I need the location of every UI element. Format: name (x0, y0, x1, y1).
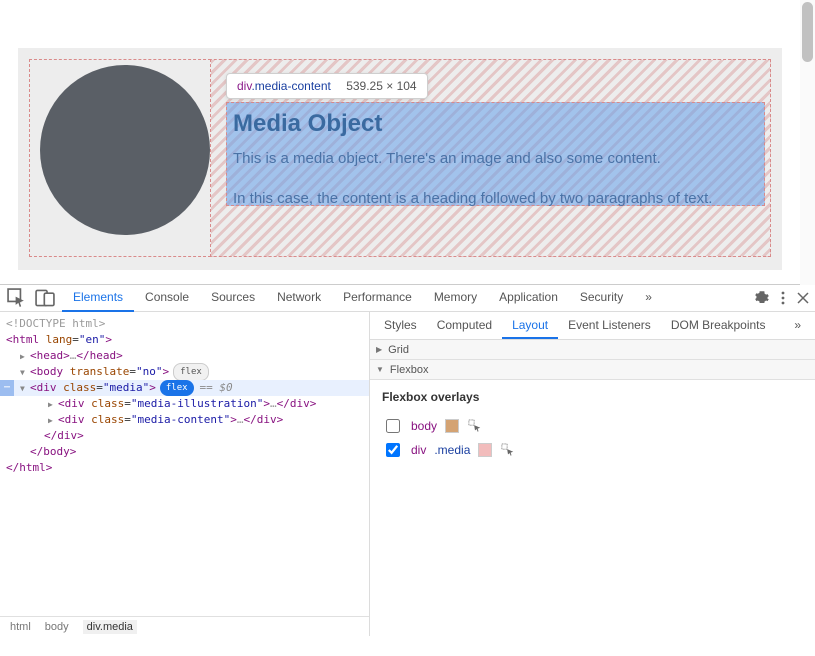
elements-side-panel: Styles Computed Layout Event Listeners D… (370, 312, 815, 636)
side-tab-layout[interactable]: Layout (502, 312, 558, 339)
devtools-body: <!DOCTYPE html> <html lang="en"> <head>…… (0, 312, 815, 636)
tab-sources[interactable]: Sources (200, 285, 266, 312)
dom-tree[interactable]: <!DOCTYPE html> <html lang="en"> <head>…… (0, 312, 369, 616)
devtools-panel: Elements Console Sources Network Perform… (0, 285, 815, 656)
selected-dom-node[interactable]: ⋯<div class="media">flex== $0 (0, 380, 369, 396)
flexbox-overlay-body: body (382, 414, 803, 438)
tab-performance[interactable]: Performance (332, 285, 423, 312)
section-flexbox[interactable]: ▼Flexbox (370, 360, 815, 380)
media-paragraph-2: In this case, the content is a heading f… (233, 190, 712, 207)
dom-breadcrumb: html body div.media (0, 616, 369, 636)
overlay-body-highlight-icon[interactable] (467, 418, 483, 434)
overlay-body-color-swatch[interactable] (445, 419, 459, 433)
tooltip-class: .media-content (251, 79, 330, 93)
tab-security[interactable]: Security (569, 285, 634, 312)
overlay-media-highlight-icon[interactable] (500, 442, 516, 458)
devtools-main-tabs: Elements Console Sources Network Perform… (62, 285, 755, 312)
tab-network[interactable]: Network (266, 285, 332, 312)
side-tab-styles[interactable]: Styles (374, 312, 427, 339)
tooltip-tag: div (237, 79, 251, 93)
overlay-body-checkbox[interactable] (386, 419, 400, 433)
side-tabs-overflow[interactable]: » (784, 312, 811, 339)
side-tab-dom-breakpoints[interactable]: DOM Breakpoints (661, 312, 776, 339)
tab-console[interactable]: Console (134, 285, 200, 312)
rendered-page: Media Object This is a media object. The… (0, 0, 800, 285)
flexbox-overlay-div-media: div .media (382, 438, 803, 462)
more-icon[interactable] (781, 291, 785, 305)
tab-elements[interactable]: Elements (62, 285, 134, 312)
crumb-html[interactable]: html (10, 621, 31, 633)
vertical-scrollbar[interactable] (800, 0, 815, 285)
element-inspector-tooltip: div.media-content 539.25 × 104 (226, 73, 428, 99)
tab-memory[interactable]: Memory (423, 285, 488, 312)
side-panel-tabs: Styles Computed Layout Event Listeners D… (370, 312, 815, 340)
tooltip-dimensions: 539.25 × 104 (346, 79, 416, 93)
inspect-element-icon[interactable] (6, 287, 28, 309)
device-toolbar-icon[interactable] (34, 287, 56, 309)
media-paragraph-1: This is a media object. There's an image… (233, 150, 661, 167)
crumb-div-media[interactable]: div.media (83, 620, 137, 634)
elements-dom-panel: <!DOCTYPE html> <html lang="en"> <head>…… (0, 312, 370, 636)
settings-icon[interactable] (755, 291, 769, 305)
flexbox-section-content: Flexbox overlays body div .media (370, 380, 815, 472)
flexbox-overlays-heading: Flexbox overlays (382, 390, 803, 404)
overlay-media-color-swatch[interactable] (478, 443, 492, 457)
media-illustration-circle (40, 65, 210, 235)
overlay-media-class[interactable]: .media (434, 443, 470, 457)
devtools-toolbar: Elements Console Sources Network Perform… (0, 285, 815, 312)
overlay-media-checkbox[interactable] (386, 443, 400, 457)
close-icon[interactable] (797, 292, 809, 304)
side-tab-event-listeners[interactable]: Event Listeners (558, 312, 661, 339)
section-grid[interactable]: ▶Grid (370, 340, 815, 360)
overlay-body-label[interactable]: body (411, 419, 437, 433)
page-viewport: Media Object This is a media object. The… (0, 0, 815, 285)
tabs-overflow[interactable]: » (634, 285, 663, 312)
media-heading: Media Object (233, 110, 382, 138)
side-tab-computed[interactable]: Computed (427, 312, 502, 339)
scrollbar-thumb[interactable] (802, 2, 813, 62)
tab-application[interactable]: Application (488, 285, 569, 312)
doctype: <!DOCTYPE html> (6, 316, 105, 332)
overlay-media-tag[interactable]: div (411, 443, 426, 457)
crumb-body[interactable]: body (45, 621, 69, 633)
